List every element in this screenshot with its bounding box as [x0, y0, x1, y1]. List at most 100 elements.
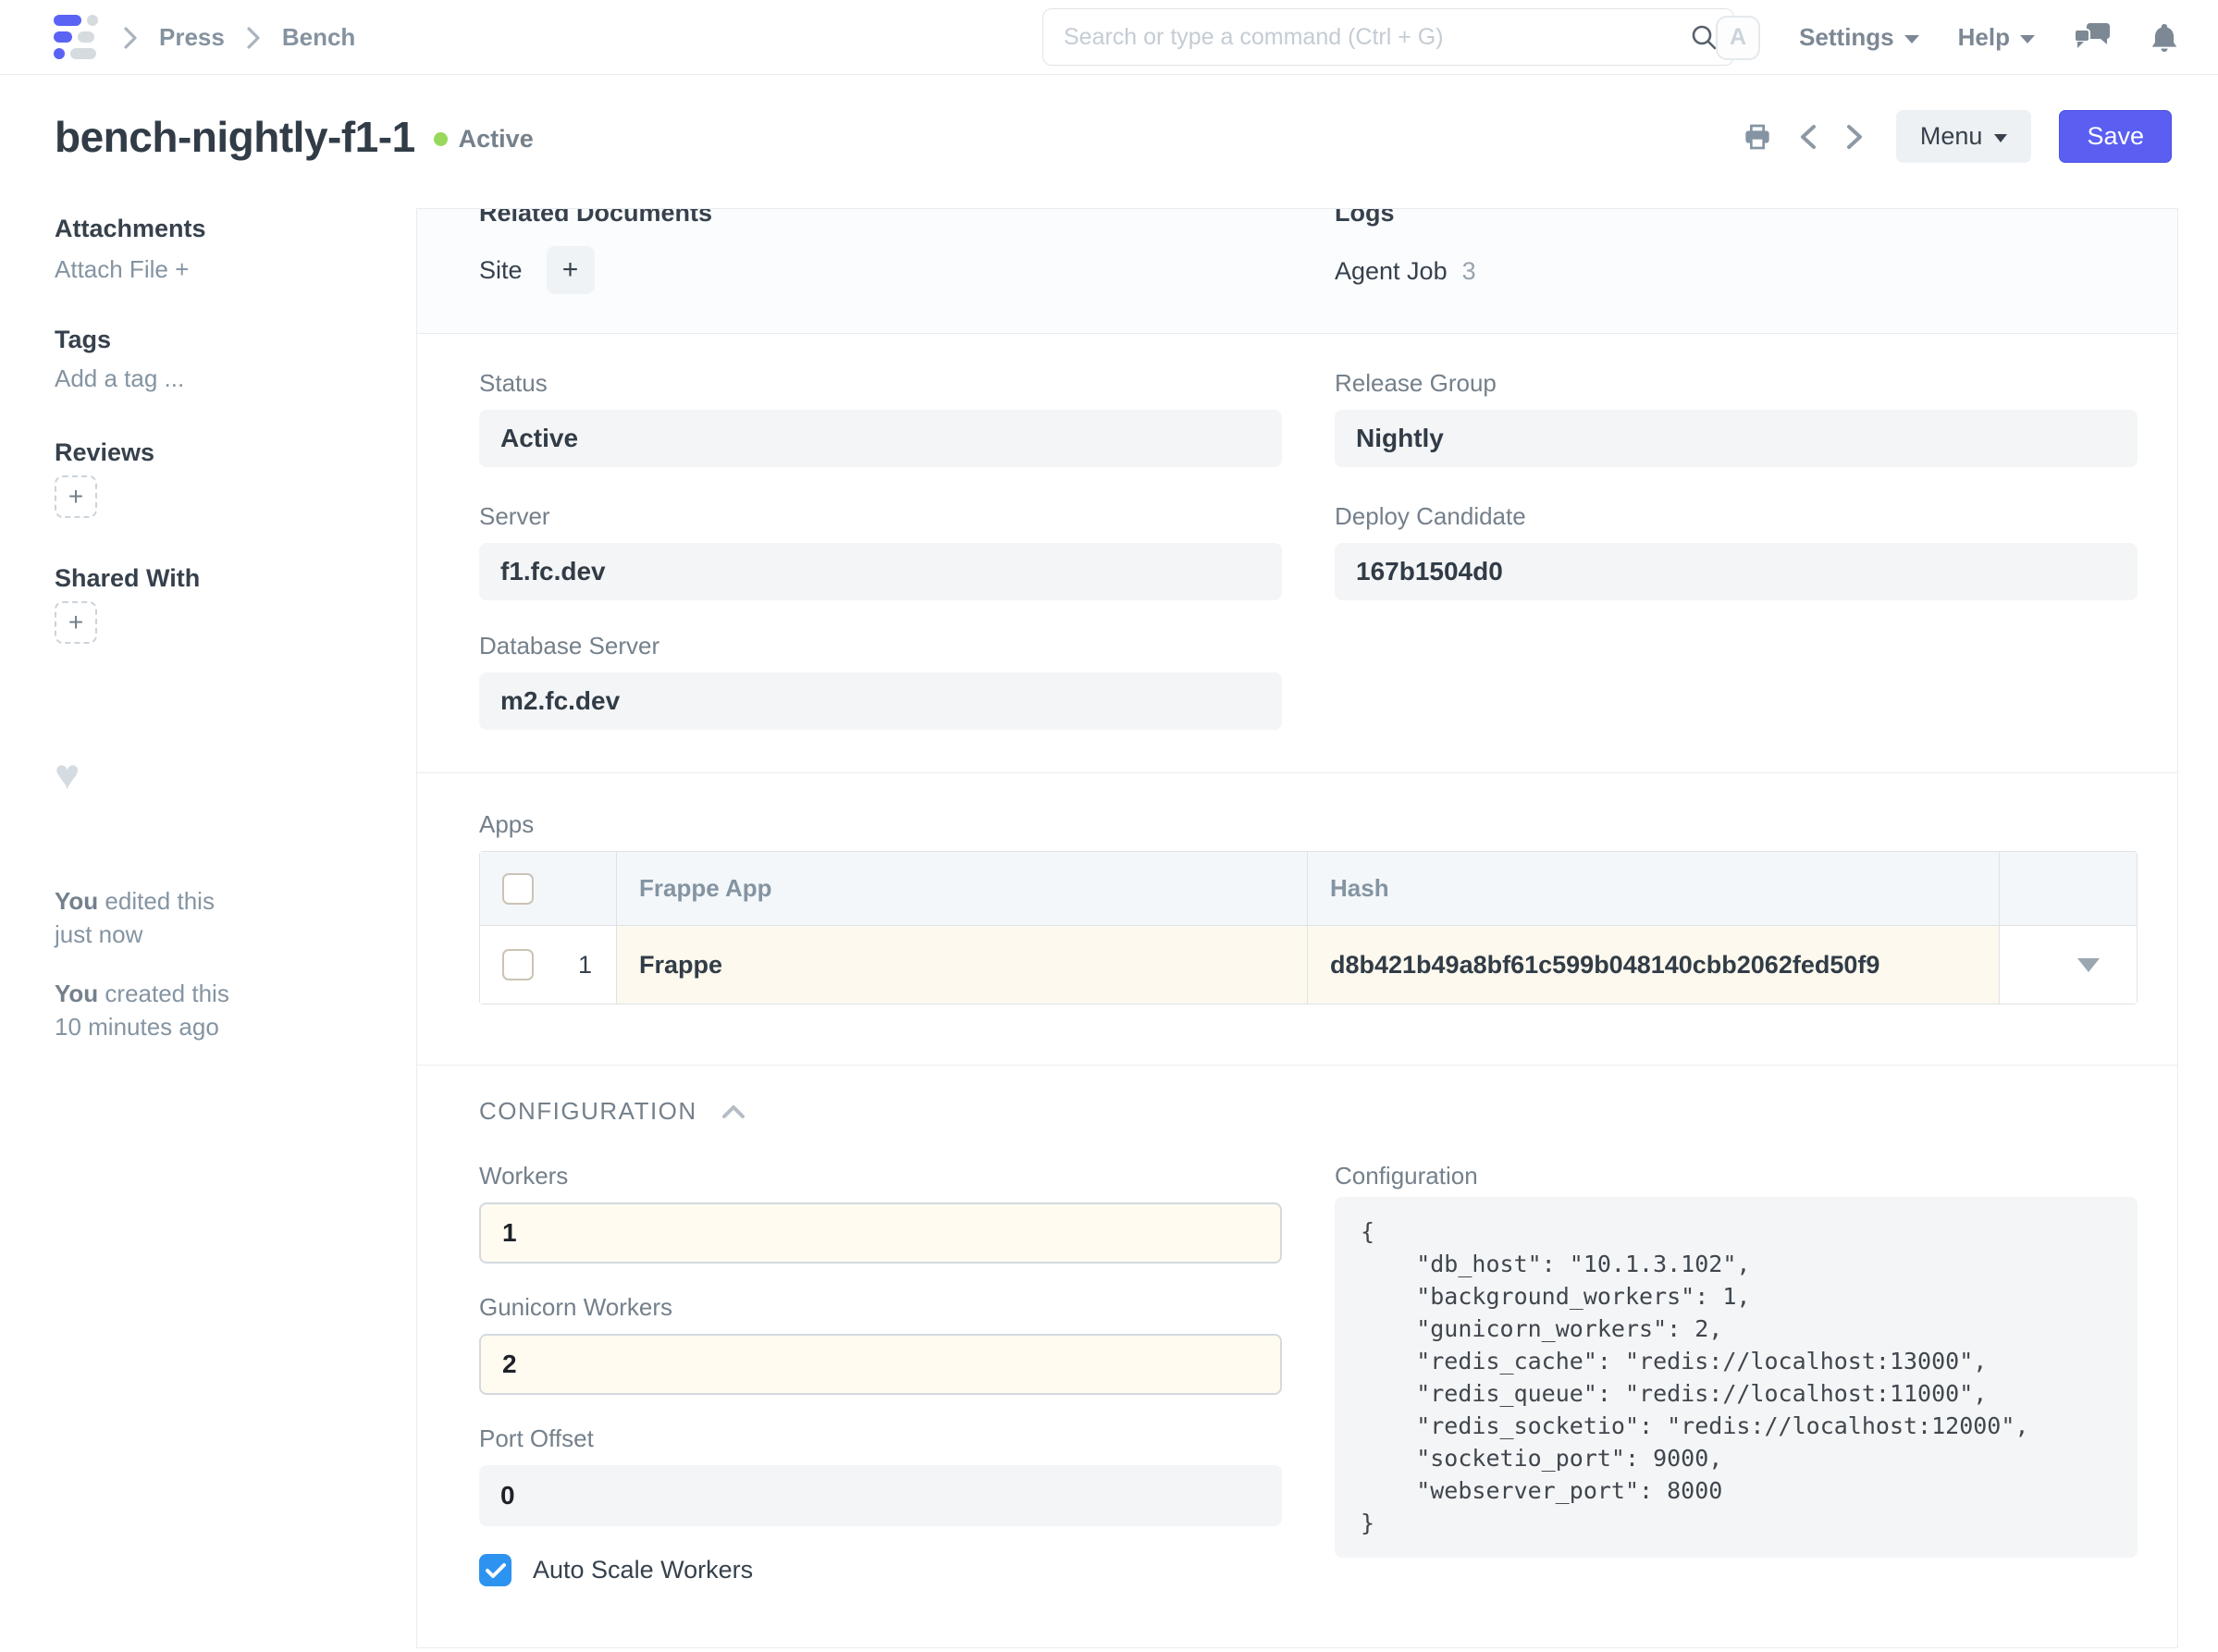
checkmark-icon [486, 1562, 506, 1579]
settings-dropdown[interactable]: Settings [1799, 23, 1919, 52]
column-header-frappe-app: Frappe App [617, 852, 1308, 925]
search-icon[interactable] [1690, 23, 1718, 51]
deploy-candidate-field: Deploy Candidate 167b1504d0 [1335, 502, 2138, 600]
breadcrumb: Press Bench [122, 0, 355, 75]
configuration-json-label: Configuration [1335, 1162, 2138, 1190]
apps-label: Apps [479, 810, 534, 839]
form-body: Related Documents Logs Site + Agent Job … [416, 208, 2178, 1648]
add-site-button[interactable]: + [547, 246, 595, 294]
global-search [1042, 8, 1734, 66]
workers-field: Workers 1 [479, 1162, 1282, 1264]
status-field: Status Active [479, 369, 1282, 467]
plus-icon: + [562, 254, 579, 286]
workers-input[interactable]: 1 [479, 1202, 1282, 1264]
form-sidebar: Attachments Attach File + Tags Add a tag… [55, 198, 369, 1652]
add-review-button[interactable]: + [55, 475, 97, 518]
gunicorn-workers-field: Gunicorn Workers 2 [479, 1293, 1282, 1395]
plus-icon: + [68, 482, 83, 512]
site-link[interactable]: Site [479, 256, 523, 285]
created-activity: You created this 10 minutes ago [55, 977, 229, 1043]
notifications-bell-icon[interactable] [2150, 22, 2179, 54]
app-logo-icon[interactable] [54, 15, 98, 59]
attach-file-button[interactable]: Attach File + [55, 255, 189, 284]
edited-activity: You edited this just now [55, 884, 215, 951]
row-index: 1 [578, 951, 594, 980]
navbar: Press Bench A Settings Help [0, 0, 2218, 75]
tags-title: Tags [55, 326, 111, 354]
port-offset-input[interactable]: 0 [479, 1465, 1282, 1526]
status-value[interactable]: Active [479, 410, 1282, 467]
add-tag-input[interactable]: Add a tag ... [55, 364, 184, 393]
deploy-candidate-label: Deploy Candidate [1335, 502, 2138, 531]
server-value[interactable]: f1.fc.dev [479, 543, 1282, 600]
chat-icon[interactable] [2074, 22, 2111, 54]
database-server-field: Database Server m2.fc.dev [479, 632, 1282, 730]
apps-section: Apps Frappe App Hash 1 Frappe d8b421b49a… [417, 773, 2177, 1066]
previous-document-icon[interactable] [1798, 122, 1818, 152]
breadcrumb-item-press[interactable]: Press [159, 23, 225, 52]
database-server-label: Database Server [479, 632, 1282, 660]
row-checkbox[interactable] [502, 949, 534, 980]
row-expand-dropdown-icon[interactable] [2077, 958, 2100, 972]
plus-icon: + [175, 255, 189, 283]
add-share-button[interactable]: + [55, 601, 97, 644]
attachments-title: Attachments [55, 215, 206, 243]
like-heart-icon[interactable]: ♥ [55, 753, 80, 795]
select-all-checkbox[interactable] [502, 873, 534, 905]
chevron-right-icon [122, 25, 139, 51]
next-document-icon[interactable] [1844, 122, 1865, 152]
page-title: bench-nightly-f1-1 [55, 112, 415, 162]
configuration-section-toggle[interactable]: CONFIGURATION [479, 1097, 745, 1126]
auto-scale-workers-field: Auto Scale Workers [479, 1554, 753, 1586]
avatar[interactable]: A [1716, 16, 1760, 60]
help-dropdown[interactable]: Help [1958, 23, 2035, 52]
configuration-json-content[interactable]: { "db_host": "10.1.3.102", "background_w… [1361, 1215, 2112, 1539]
apps-table-header: Frappe App Hash [480, 852, 2137, 926]
database-server-value[interactable]: m2.fc.dev [479, 672, 1282, 730]
gunicorn-workers-label: Gunicorn Workers [479, 1293, 1282, 1322]
search-input[interactable] [1042, 8, 1734, 66]
status-indicator-label: Active [459, 125, 534, 154]
port-offset-label: Port Offset [479, 1424, 1282, 1453]
print-icon[interactable] [1743, 122, 1772, 152]
release-group-field: Release Group Nightly [1335, 369, 2138, 467]
port-offset-field: Port Offset 0 [479, 1424, 1282, 1526]
deploy-candidate-value[interactable]: 167b1504d0 [1335, 543, 2138, 600]
status-label: Status [479, 369, 1282, 398]
configuration-section: CONFIGURATION Workers 1 Gunicorn Workers… [417, 1066, 2177, 1647]
chevron-right-icon [245, 25, 262, 51]
menu-button[interactable]: Menu [1896, 110, 2032, 163]
gunicorn-workers-input[interactable]: 2 [479, 1334, 1282, 1395]
release-group-value[interactable]: Nightly [1335, 410, 2138, 467]
apps-table: Frappe App Hash 1 Frappe d8b421b49a8bf61… [479, 851, 2138, 1005]
plus-icon: + [68, 608, 83, 637]
chevron-down-icon [2020, 35, 2035, 43]
chevron-down-icon [1994, 134, 2007, 142]
status-indicator: Active [434, 125, 534, 154]
agent-job-count: 3 [1462, 257, 1476, 286]
release-group-label: Release Group [1335, 369, 2138, 398]
table-row: 1 Frappe d8b421b49a8bf61c599b048140cbb20… [480, 926, 2137, 1004]
shared-with-title: Shared With [55, 564, 200, 593]
frappe-app-cell[interactable]: Frappe [617, 926, 1308, 1004]
dashboard-section: Related Documents Logs Site + Agent Job … [417, 209, 2177, 334]
related-documents-title: Related Documents [479, 209, 712, 228]
chevron-down-icon [1904, 35, 1919, 43]
agent-job-link[interactable]: Agent Job 3 [1335, 257, 1476, 286]
workers-label: Workers [479, 1162, 1282, 1190]
auto-scale-workers-label: Auto Scale Workers [533, 1556, 753, 1584]
save-button[interactable]: Save [2059, 110, 2172, 163]
auto-scale-workers-checkbox[interactable] [479, 1554, 511, 1586]
configuration-json-block: { "db_host": "10.1.3.102", "background_w… [1335, 1197, 2138, 1558]
chevron-up-icon [721, 1104, 745, 1119]
server-label: Server [479, 502, 1282, 531]
hash-cell[interactable]: d8b421b49a8bf61c599b048140cbb2062fed50f9 [1308, 926, 2000, 1004]
logs-title: Logs [1335, 209, 1395, 228]
reviews-title: Reviews [55, 438, 154, 467]
breadcrumb-item-bench[interactable]: Bench [282, 23, 355, 52]
details-section: Status Active Release Group Nightly Serv… [417, 334, 2177, 773]
column-header-hash: Hash [1308, 852, 2000, 925]
page-head: bench-nightly-f1-1 Active Menu Save [0, 75, 2218, 198]
navbar-actions: A Settings Help [1716, 0, 2179, 75]
server-field: Server f1.fc.dev [479, 502, 1282, 600]
